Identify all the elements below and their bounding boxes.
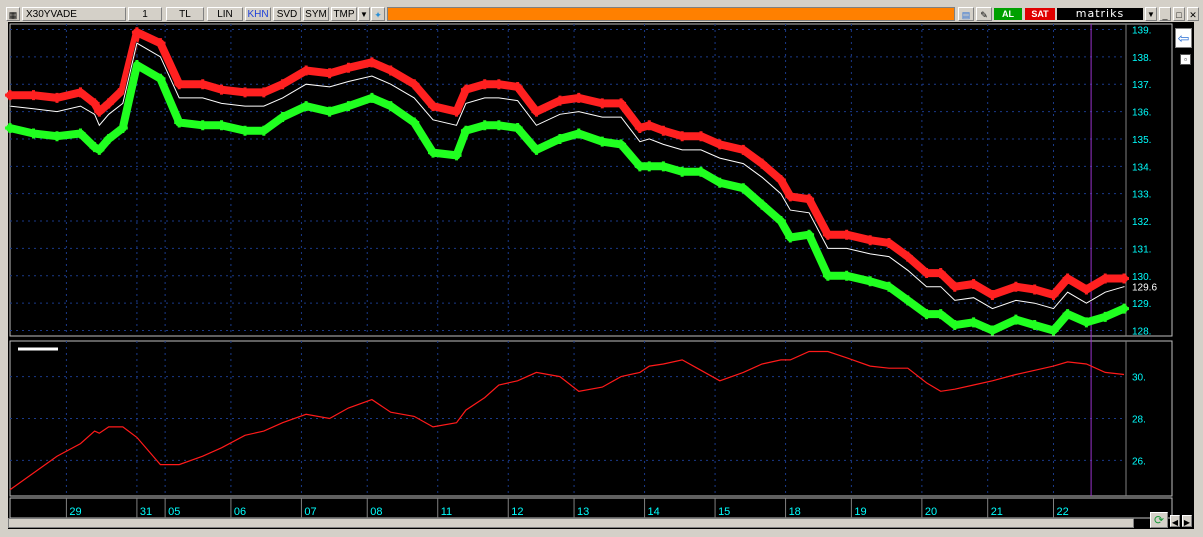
y-tick-label: 139. <box>1132 25 1151 36</box>
scroll-right-icon[interactable]: ▶ <box>1182 515 1192 527</box>
x-tick-label: 29 <box>69 506 81 518</box>
x-tick-label: 08 <box>370 506 382 518</box>
y-tick-label: 132. <box>1132 217 1151 228</box>
y-tick-label: 137. <box>1132 80 1151 91</box>
x-tick-label: 18 <box>789 506 801 518</box>
y-tick-label: 135. <box>1132 135 1151 146</box>
y-tick-label: 128. <box>1132 327 1151 338</box>
x-tick-label: 31 <box>140 506 152 518</box>
y-tick-label: 136. <box>1132 108 1151 119</box>
y-tick-label: 131. <box>1132 244 1151 255</box>
chart-svg: 29 31 05 06 07 08 11 12 13 14 15 18 19 20 21 22 128. 129.… <box>5 23 1173 519</box>
x-tick-label: 07 <box>304 506 316 518</box>
x-tick-label: 19 <box>854 506 866 518</box>
x-tick-label: 05 <box>168 506 180 518</box>
x-tick-label: 13 <box>577 506 589 518</box>
x-tick-label: 20 <box>925 506 937 518</box>
x-tick-label: 11 <box>441 506 452 518</box>
y-tick-label: 28. <box>1132 415 1146 426</box>
y-tick-label: 138. <box>1132 53 1151 64</box>
x-tick-label: 14 <box>648 506 660 518</box>
back-arrow-icon[interactable]: ⇦ <box>1175 28 1192 48</box>
y-tick-label: 26. <box>1132 456 1146 467</box>
last-value-label: 129.6 <box>1132 283 1157 294</box>
refresh-icon[interactable]: ⟳ <box>1150 512 1168 528</box>
scroll-left-icon[interactable]: ◀ <box>1170 515 1180 527</box>
y-tick-label: 129. <box>1132 299 1151 310</box>
x-tick-label: 21 <box>991 506 1003 518</box>
panel-toggle-icon[interactable]: ▫ <box>1180 54 1191 65</box>
y-tick-label: 134. <box>1132 162 1151 173</box>
x-tick-label: 22 <box>1056 506 1068 518</box>
y-tick-label: 133. <box>1132 190 1151 201</box>
x-tick-label: 06 <box>234 506 246 518</box>
scrollbar[interactable] <box>8 518 1134 528</box>
y-tick-label: 30. <box>1132 373 1146 384</box>
x-tick-label: 12 <box>511 506 523 518</box>
x-tick-label: 15 <box>718 506 730 518</box>
